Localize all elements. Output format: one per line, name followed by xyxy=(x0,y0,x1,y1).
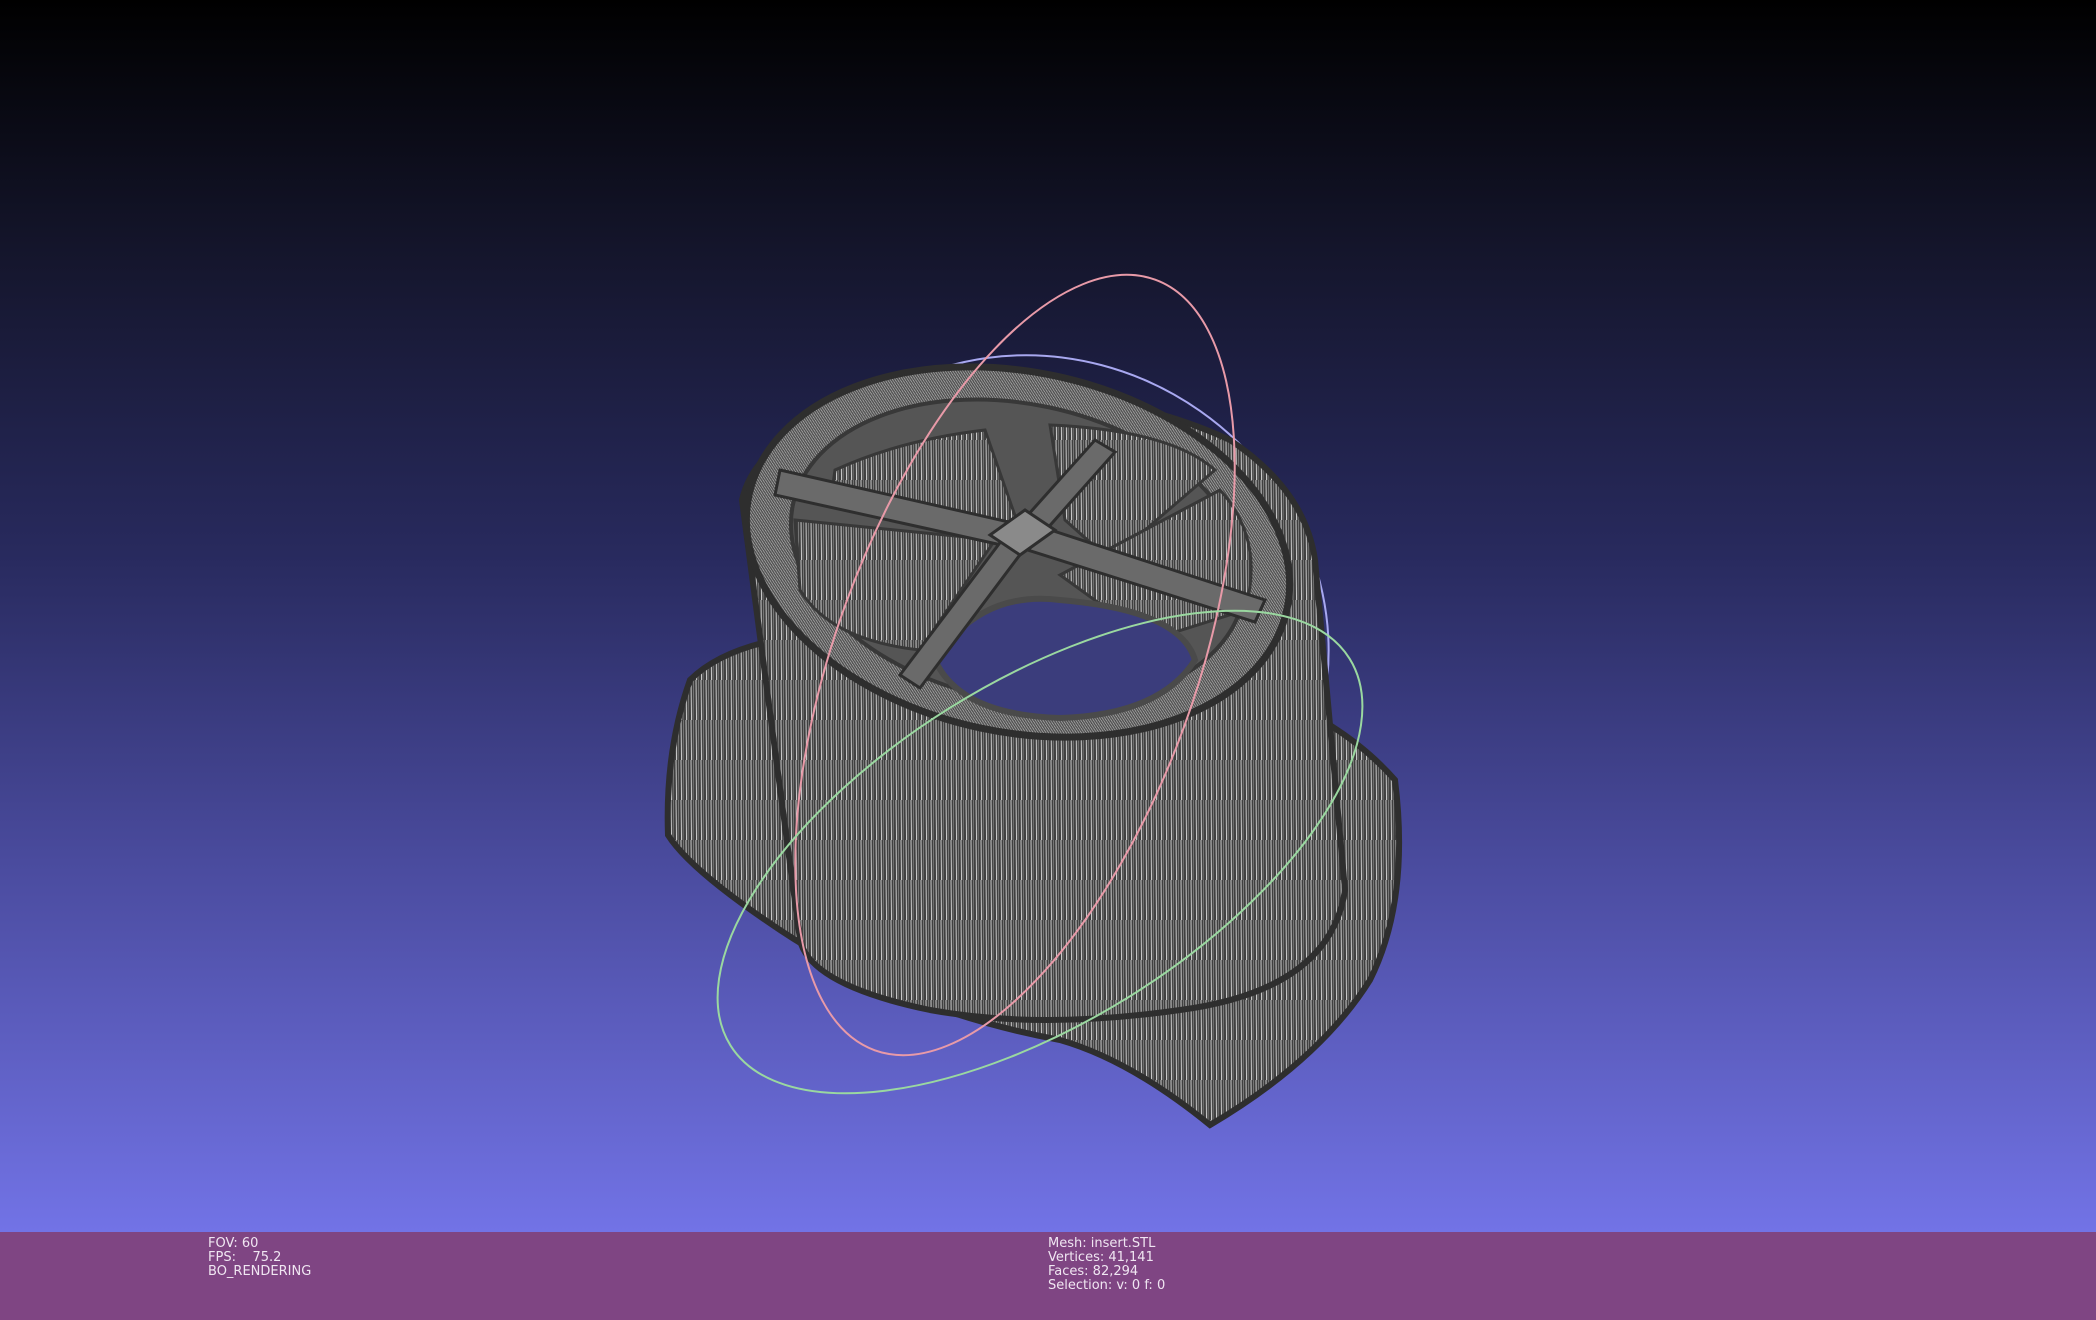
mesh-name-readout: Mesh: insert.STL xyxy=(1048,1236,1156,1251)
mesh-scene[interactable] xyxy=(0,0,2096,1232)
mesh-insert[interactable] xyxy=(664,319,1403,1129)
render-info: FOV: 60 FPS: 75.2 BO_RENDERING xyxy=(208,1237,311,1279)
mesh-info: Mesh: insert.STL Vertices: 41,141 Faces:… xyxy=(1048,1237,1165,1293)
render-mode-readout: BO_RENDERING xyxy=(208,1264,312,1279)
fps-readout: FPS: 75.2 xyxy=(208,1250,282,1265)
status-bar: FOV: 60 FPS: 75.2 BO_RENDERING Mesh: ins… xyxy=(0,1232,2096,1320)
selection-readout: Selection: v: 0 f: 0 xyxy=(1048,1278,1166,1293)
faces-readout: Faces: 82,294 xyxy=(1048,1264,1139,1279)
vertices-readout: Vertices: 41,141 xyxy=(1048,1250,1154,1265)
3d-viewport[interactable] xyxy=(0,0,2096,1232)
fov-readout: FOV: 60 xyxy=(208,1236,259,1251)
